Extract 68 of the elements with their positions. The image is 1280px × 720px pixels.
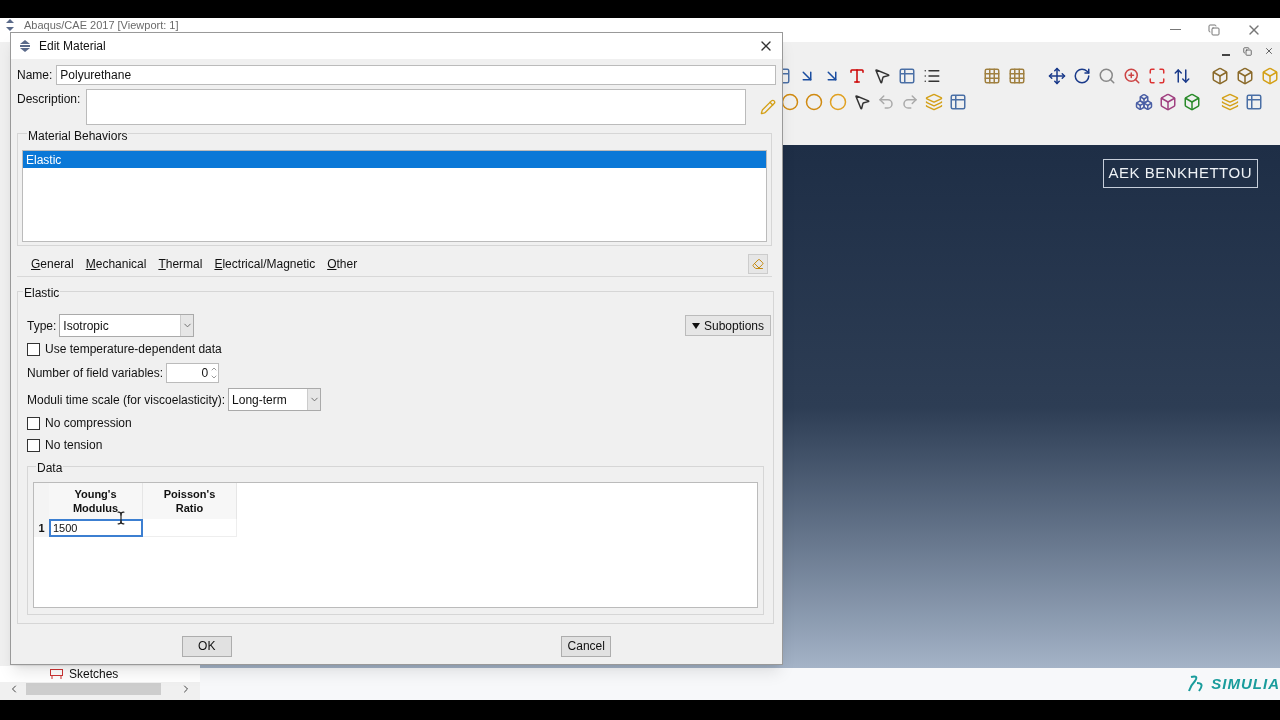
tree-item: Sketches bbox=[69, 667, 119, 681]
table-icon[interactable] bbox=[1244, 92, 1264, 112]
row-number: 1 bbox=[34, 519, 49, 537]
triangle-icon bbox=[691, 322, 700, 329]
circle-icon[interactable] bbox=[780, 92, 800, 112]
fit-icon[interactable] bbox=[1147, 66, 1167, 86]
field-label: Description: bbox=[17, 91, 81, 108]
table-cell[interactable] bbox=[143, 519, 237, 537]
list-item[interactable]: Elastic bbox=[23, 151, 766, 168]
pointer-icon[interactable] bbox=[872, 66, 892, 86]
checkbox[interactable] bbox=[27, 438, 40, 452]
circle-icon[interactable] bbox=[804, 92, 824, 112]
chevron-icon bbox=[180, 315, 194, 336]
column-header: Poisson's Ratio bbox=[143, 483, 237, 519]
checkbox[interactable] bbox=[27, 342, 40, 356]
mesh-icon[interactable] bbox=[1134, 92, 1154, 112]
checkbox[interactable] bbox=[27, 416, 40, 430]
menu-item[interactable]: Other bbox=[323, 254, 362, 273]
rotate-icon[interactable] bbox=[1072, 66, 1092, 86]
spin-field[interactable]: 0 bbox=[166, 363, 220, 383]
arrows-icon[interactable] bbox=[1172, 66, 1192, 86]
chevron-icon bbox=[307, 389, 321, 410]
dialog-button[interactable]: OK bbox=[181, 635, 232, 657]
restore-button[interactable] bbox=[1243, 46, 1252, 56]
type-dropdown[interactable]: Isotropic bbox=[59, 314, 195, 337]
description-field[interactable] bbox=[86, 89, 746, 125]
dialog-icon bbox=[19, 40, 31, 52]
dialog-button[interactable]: Cancel bbox=[561, 635, 612, 657]
column-header: Young's Modulus bbox=[49, 483, 143, 519]
minimize-icon bbox=[1169, 29, 1181, 31]
cube-icon[interactable] bbox=[1210, 66, 1230, 86]
menu-item[interactable]: General bbox=[27, 254, 78, 273]
eraser-button[interactable] bbox=[748, 253, 768, 274]
suboptions-button[interactable]: Suboptions bbox=[684, 315, 771, 336]
app-icon bbox=[4, 19, 16, 31]
restore-button[interactable] bbox=[1208, 24, 1220, 36]
checkbox-label: No tension bbox=[45, 437, 103, 454]
menu-item[interactable]: Mechanical bbox=[81, 254, 151, 273]
eraser-icon bbox=[752, 257, 764, 270]
cell-editor[interactable]: 1500 bbox=[49, 519, 143, 537]
brand-logo: SIMULIA bbox=[1211, 673, 1280, 694]
dialog-title: Edit Material bbox=[39, 38, 106, 55]
table-icon[interactable] bbox=[948, 92, 968, 112]
pointer-icon[interactable] bbox=[852, 92, 872, 112]
field-label: Moduli time scale (for viscoelasticity): bbox=[27, 391, 226, 409]
zoom-icon[interactable] bbox=[1122, 66, 1142, 86]
close-button[interactable] bbox=[1264, 46, 1274, 56]
checkbox-label: No compression bbox=[45, 415, 132, 432]
text-icon[interactable] bbox=[847, 66, 867, 86]
cube-icon[interactable] bbox=[1158, 92, 1178, 112]
viewport-label: AEK BENKHETTOU bbox=[1102, 159, 1258, 188]
minimize-icon bbox=[1222, 54, 1230, 56]
menu-item[interactable]: Thermal bbox=[154, 254, 207, 273]
window-title: Abaqus/CAE 2017 [Viewport: 1] bbox=[24, 19, 179, 31]
moduli-dropdown[interactable]: Long-term bbox=[228, 388, 322, 411]
cube-icon[interactable] bbox=[1235, 66, 1255, 86]
table-icon[interactable] bbox=[897, 66, 917, 86]
search-icon[interactable] bbox=[1097, 66, 1117, 86]
name-field[interactable]: Polyurethane bbox=[56, 65, 776, 85]
pencil-icon bbox=[760, 99, 776, 115]
cube-icon[interactable] bbox=[1182, 92, 1202, 112]
checkbox-label: Use temperature-dependent data bbox=[45, 341, 222, 358]
move-icon[interactable] bbox=[1047, 66, 1067, 86]
field-label: Number of field variables: bbox=[27, 365, 164, 382]
sketch-icon bbox=[50, 669, 63, 679]
field-label: Type: bbox=[27, 317, 57, 335]
menu-item[interactable]: Electrical/Magnetic bbox=[210, 254, 320, 273]
field-label: Name: bbox=[17, 67, 53, 84]
